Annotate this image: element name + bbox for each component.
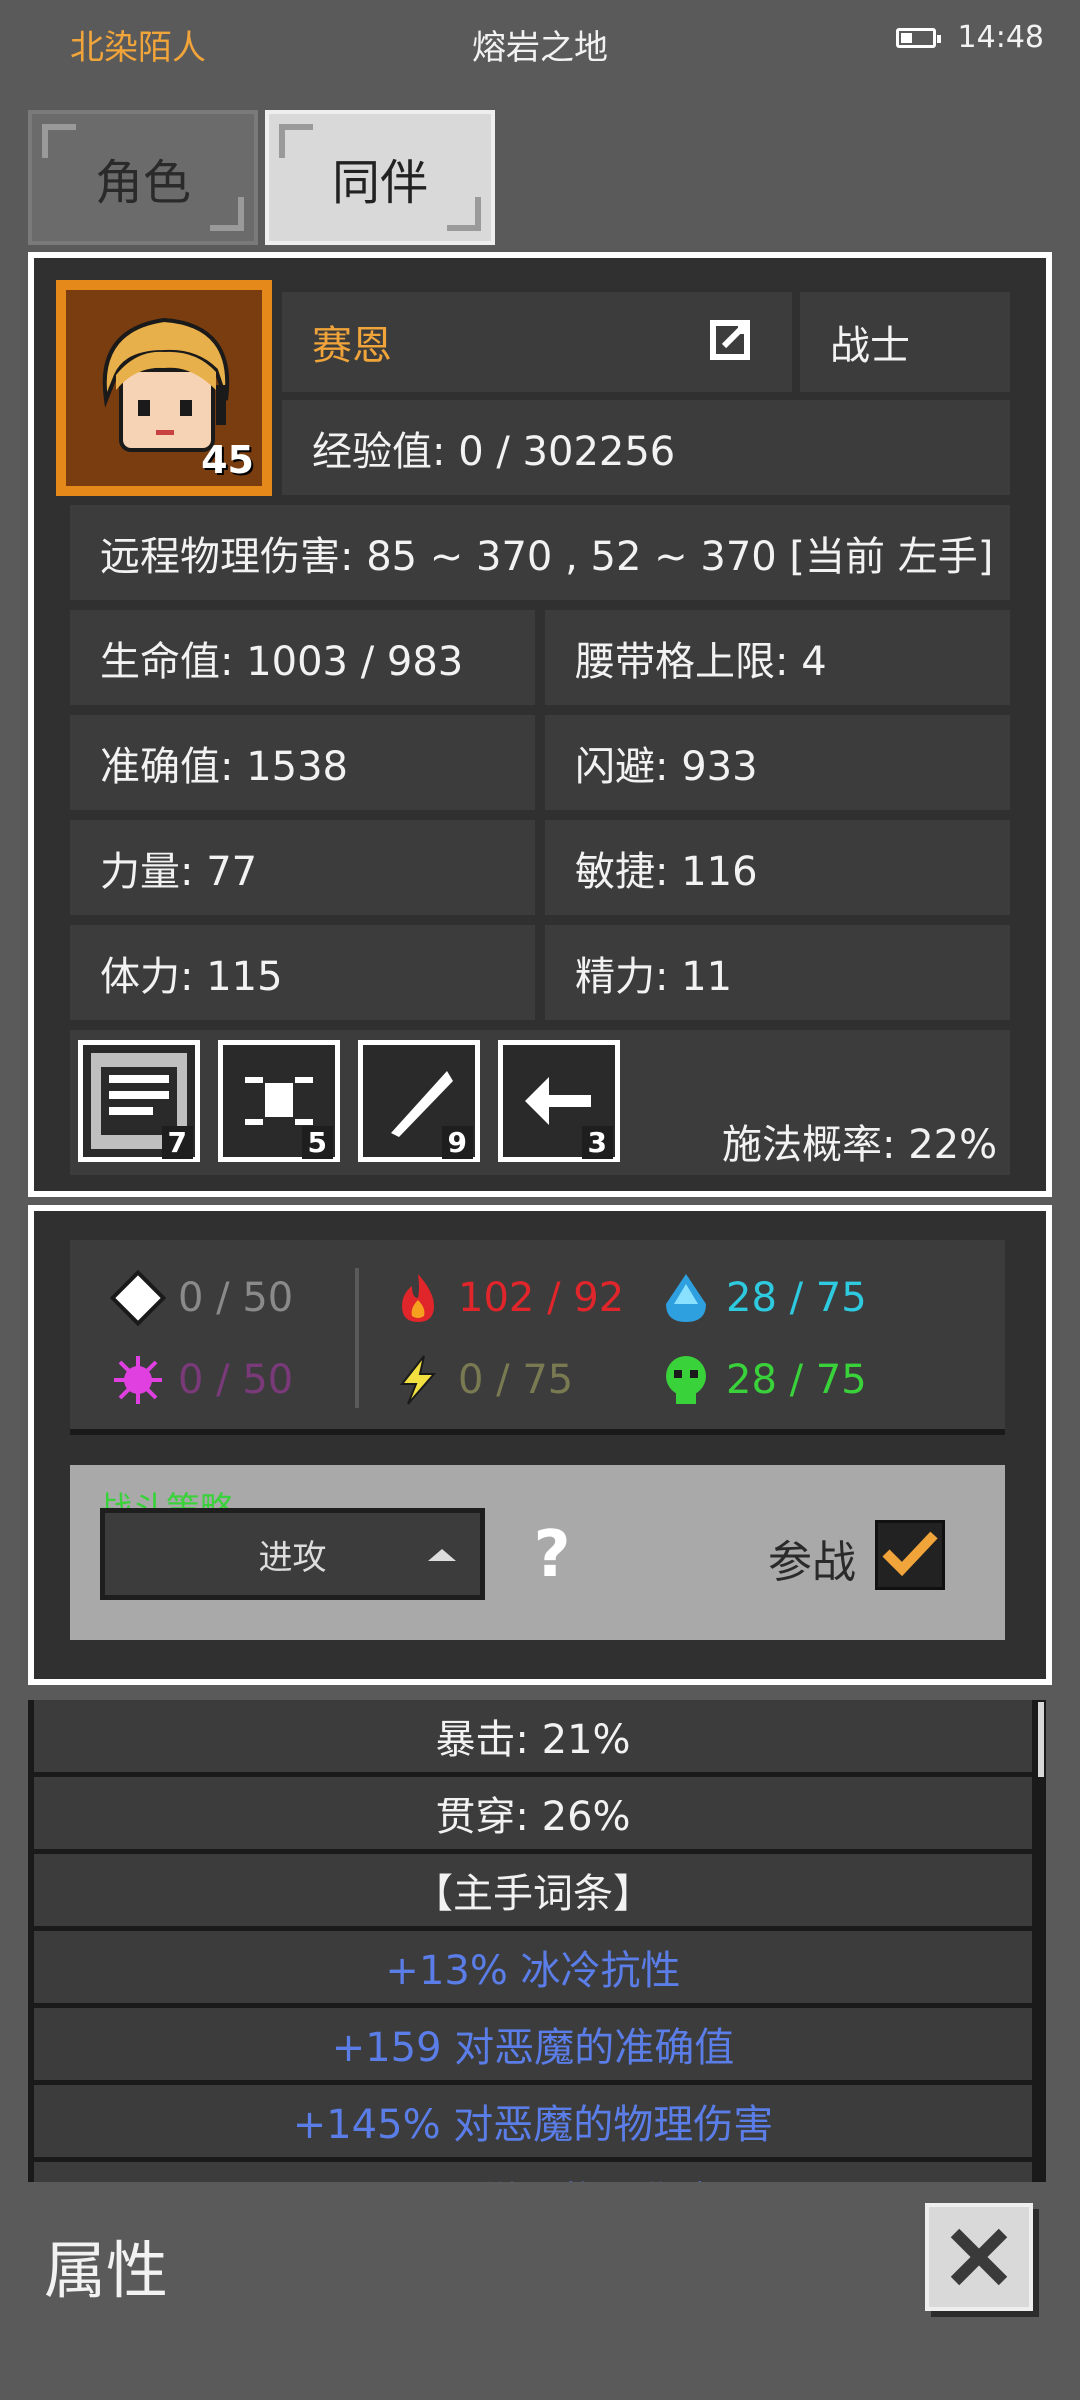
damage-value: 远程物理伤害: 85 ~ 370 , 52 ~ 370 [当前 左手] (100, 533, 994, 580)
companion-name: 赛恩 (312, 323, 392, 369)
list-item-text: +159 对恶魔的准确值 (331, 2025, 735, 2071)
resist-lightning: 0 / 75 (390, 1352, 573, 1408)
list-item: +145% 对恶魔的物理伤害 (34, 2085, 1032, 2157)
resist-magic-value: 0 / 50 (178, 1357, 294, 1403)
stat-dodge: 闪避: 933 (545, 715, 1010, 810)
companion-class-cell: 战士 (800, 292, 1010, 392)
list-item: 暴击: 21% (34, 1700, 1032, 1772)
resist-cold: 28 / 75 (658, 1270, 867, 1326)
resist-poison: 28 / 75 (658, 1352, 867, 1408)
list-item: +159 对恶魔的准确值 (34, 2008, 1032, 2080)
battery-icon (895, 27, 941, 48)
resist-cold-value: 28 / 75 (726, 1275, 867, 1321)
exp-value: 经验值: 0 / 302256 (312, 428, 676, 475)
join-battle-checkbox[interactable] (875, 1520, 945, 1590)
skill-slot-4[interactable]: 3 (498, 1040, 620, 1162)
tab-character[interactable]: 角色 (28, 110, 258, 245)
stat-strength: 力量: 77 (70, 820, 535, 915)
stat-energy-text: 精力: 11 (575, 953, 733, 1000)
poison-resist-icon (666, 1356, 706, 1404)
list-item-text: 【主手词条】 (413, 1871, 653, 1917)
corner-decoration (279, 124, 313, 158)
list-item-text: 贯穿: 26% (435, 1794, 631, 1840)
resist-physical: 0 / 50 (110, 1270, 293, 1326)
list-item-text: +52% 增强物理伤害 (345, 2169, 720, 2182)
attribute-list[interactable]: 暴击: 21% 贯穿: 26% 【主手词条】 +13% 冰冷抗性 +159 对恶… (28, 1700, 1046, 2182)
stat-dodge-text: 闪避: 933 (575, 743, 758, 790)
cast-rate: 施法概率: 22% (722, 1122, 998, 1168)
skill-count: 3 (581, 1126, 613, 1159)
question-icon: ? (533, 1518, 571, 1592)
magic-resist-icon (114, 1356, 162, 1404)
strategy-select[interactable]: 进攻 (100, 1508, 485, 1600)
skill-slot-2[interactable]: 5 (218, 1040, 340, 1162)
skill-count: 7 (161, 1126, 193, 1159)
edit-name-icon[interactable] (708, 318, 752, 362)
strategy-selected: 进攻 (258, 1537, 327, 1578)
resist-fire-value: 102 / 92 (458, 1275, 625, 1321)
list-item: +52% 增强物理伤害 (34, 2162, 1032, 2182)
list-item-text: +145% 对恶魔的物理伤害 (292, 2102, 774, 2148)
cold-resist-icon (666, 1274, 706, 1322)
list-item-text: +13% 冰冷抗性 (385, 1948, 681, 1994)
stat-hp-text: 生命值: 1003 / 983 (100, 638, 464, 685)
shield-resist-icon (110, 1270, 166, 1326)
companion-avatar[interactable]: 45 (56, 280, 272, 496)
clock: 14:48 (957, 20, 1044, 55)
stat-agility-text: 敏捷: 116 (575, 848, 758, 895)
corner-decoration (42, 124, 76, 158)
list-item: 贯穿: 26% (34, 1777, 1032, 1849)
close-icon (950, 2228, 1008, 2286)
resist-fire: 102 / 92 (390, 1270, 624, 1326)
join-battle-label: 参战 (768, 1537, 856, 1588)
stat-belt-text: 腰带格上限: 4 (575, 638, 827, 685)
tab-character-label: 角色 (94, 154, 191, 211)
companion-level: 45 (201, 438, 254, 482)
damage-row: 远程物理伤害: 85 ~ 370 , 52 ~ 370 [当前 左手] (70, 505, 1010, 600)
list-scrollbar[interactable] (1038, 1702, 1044, 1777)
resist-lightning-value: 0 / 75 (458, 1357, 574, 1403)
stat-strength-text: 力量: 77 (100, 848, 258, 895)
stat-stamina-text: 体力: 115 (100, 953, 283, 1000)
status-right: 14:48 (895, 20, 1044, 55)
help-button[interactable]: ? (522, 1518, 582, 1592)
resist-poison-value: 28 / 75 (726, 1357, 867, 1403)
chevron-up-icon (428, 1549, 456, 1561)
resist-physical-value: 0 / 50 (178, 1275, 294, 1321)
list-item-text: 暴击: 21% (435, 1717, 631, 1763)
close-button[interactable] (925, 2203, 1033, 2311)
exp-row: 经验值: 0 / 302256 (282, 400, 1010, 495)
bottom-title: 属性 (44, 2234, 169, 2307)
fire-resist-icon (402, 1274, 434, 1322)
tab-companion[interactable]: 同伴 (265, 110, 495, 245)
stat-accuracy: 准确值: 1538 (70, 715, 535, 810)
stat-hp: 生命值: 1003 / 983 (70, 610, 535, 705)
stat-belt: 腰带格上限: 4 (545, 610, 1010, 705)
divider (355, 1268, 359, 1408)
tab-companion-label: 同伴 (331, 154, 428, 211)
stat-stamina: 体力: 115 (70, 925, 535, 1020)
companion-class: 战士 (830, 323, 910, 369)
resist-magic: 0 / 50 (110, 1352, 293, 1408)
lightning-resist-icon (399, 1355, 437, 1405)
list-item: +13% 冰冷抗性 (34, 1931, 1032, 2003)
skill-count: 5 (301, 1126, 333, 1159)
stat-agility: 敏捷: 116 (545, 820, 1010, 915)
skill-count: 9 (441, 1126, 473, 1159)
corner-decoration (447, 197, 481, 231)
checkmark-icon (882, 1531, 938, 1577)
skill-slot-1[interactable]: 7 (78, 1040, 200, 1162)
corner-decoration (210, 197, 244, 231)
stat-accuracy-text: 准确值: 1538 (100, 743, 348, 790)
skill-slot-3[interactable]: 9 (358, 1040, 480, 1162)
stat-energy: 精力: 11 (545, 925, 1010, 1020)
list-item: 【主手词条】 (34, 1854, 1032, 1926)
